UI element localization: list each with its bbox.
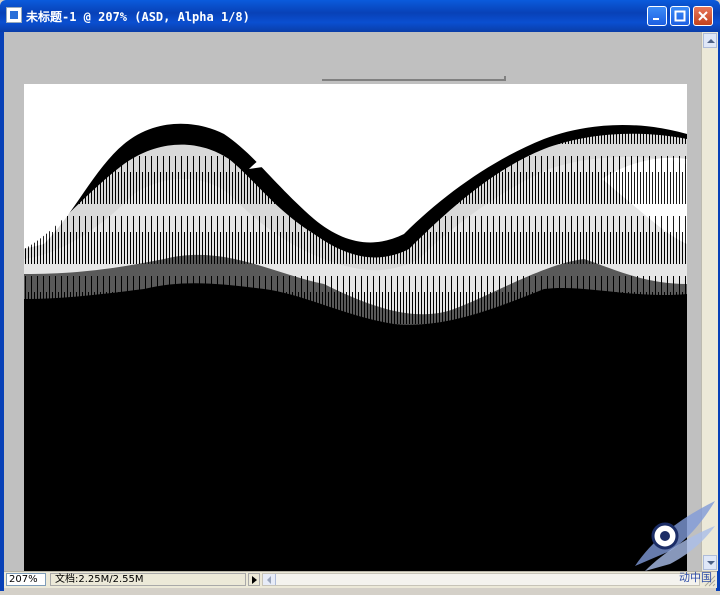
arrow-left-icon	[267, 576, 271, 584]
canvas-workspace[interactable]	[4, 32, 701, 581]
scroll-left-button[interactable]	[263, 574, 276, 585]
status-bar: 207% 文档:2.25M/2.55M	[4, 571, 717, 588]
document-size-info: 文档:2.25M/2.55M	[50, 573, 246, 586]
site-watermark: 动中国	[615, 496, 720, 591]
watermark-text: 动中国	[679, 571, 712, 584]
scroll-up-button[interactable]	[703, 33, 717, 48]
vertical-scrollbar[interactable]	[701, 32, 718, 571]
triangle-right-icon	[252, 576, 257, 584]
maximize-button[interactable]	[670, 6, 690, 26]
close-button[interactable]	[693, 6, 713, 26]
photoshop-document-icon	[6, 7, 22, 23]
title-bar[interactable]: 未标题-1 @ 207% (ASD, Alpha 1/8)	[0, 0, 720, 32]
minimize-button[interactable]	[647, 6, 667, 26]
document-canvas[interactable]	[24, 84, 687, 581]
zoom-level-field[interactable]: 207%	[6, 573, 46, 586]
status-menu-button[interactable]	[248, 573, 260, 586]
maximize-icon	[674, 10, 686, 22]
window-title: 未标题-1 @ 207% (ASD, Alpha 1/8)	[26, 10, 250, 24]
alpha-channel-image	[24, 84, 687, 581]
arrow-up-icon	[707, 39, 715, 43]
minimize-icon	[653, 18, 659, 20]
close-icon	[698, 11, 708, 21]
selection-edge	[322, 76, 506, 81]
